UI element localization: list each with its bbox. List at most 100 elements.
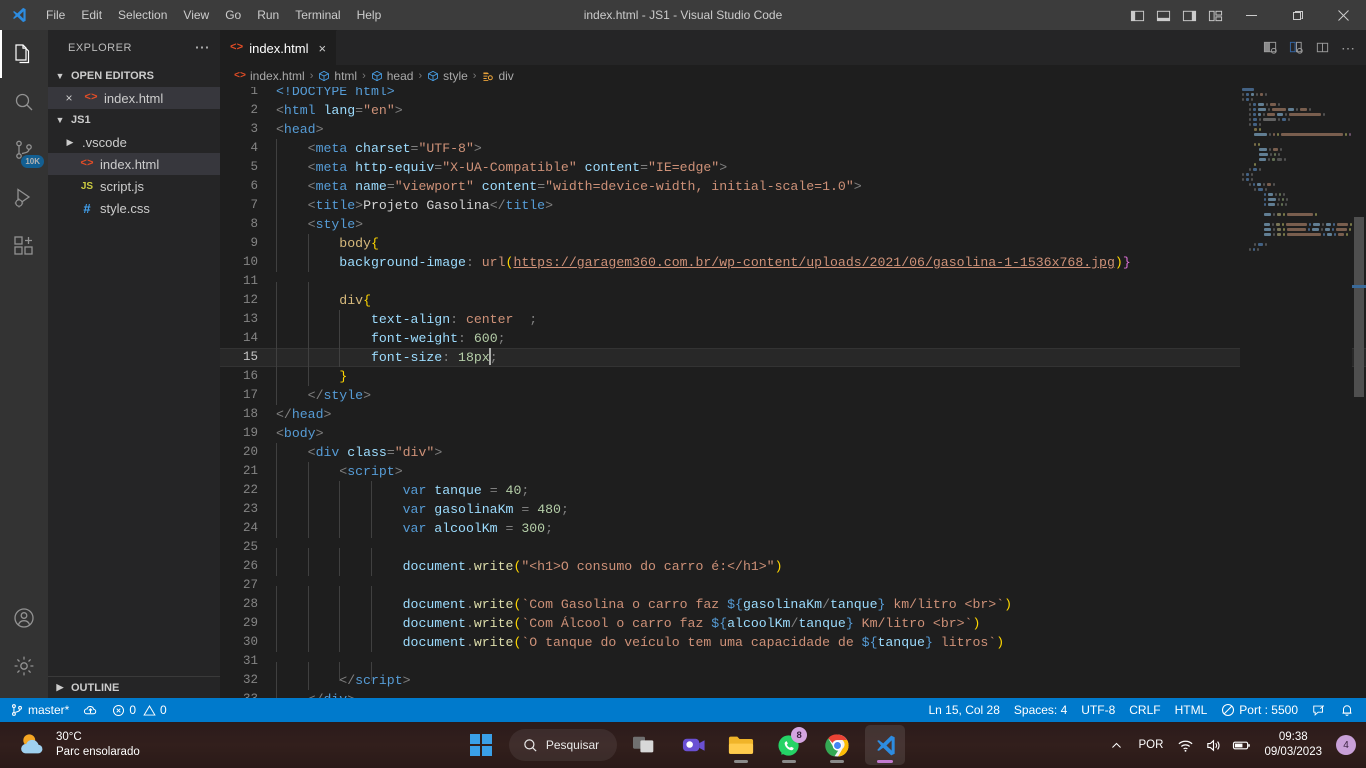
wifi-icon[interactable] xyxy=(1172,728,1198,762)
status-notifications[interactable] xyxy=(1333,698,1366,722)
status-editor-position[interactable]: Ln 15, Col 28 xyxy=(922,698,1007,722)
more-actions-icon[interactable]: ⋯ xyxy=(1336,36,1360,60)
open-editor-index-html[interactable]: × <> index.html xyxy=(48,87,220,109)
taskbar-google-chrome[interactable] xyxy=(817,725,857,765)
status-language-mode[interactable]: HTML xyxy=(1168,698,1215,722)
activitybar-item-run-and-debug[interactable] xyxy=(0,174,48,222)
tray-notification-badge[interactable]: 4 xyxy=(1336,735,1356,755)
tab-index-html[interactable]: <> index.html × xyxy=(220,30,338,65)
section-workspace-js1[interactable]: ▼ JS1 xyxy=(48,109,220,131)
code-line[interactable]: 16 } xyxy=(220,367,1366,386)
activitybar-item-source-control[interactable]: 10K xyxy=(0,126,48,174)
code-line[interactable]: 14 font-weight: 600; xyxy=(220,329,1366,348)
scrollbar-thumb[interactable] xyxy=(1354,217,1364,397)
sidebar-more-actions-icon[interactable]: ⋯ xyxy=(189,40,217,55)
code-line[interactable]: 27 xyxy=(220,576,1366,605)
taskbar-microsoft-teams[interactable] xyxy=(673,725,713,765)
status-feedback[interactable] xyxy=(1305,698,1333,722)
code-line[interactable]: 9 body{ xyxy=(220,234,1366,253)
menu-terminal[interactable]: Terminal xyxy=(287,4,348,26)
status-indentation[interactable]: Spaces: 4 xyxy=(1007,698,1074,722)
taskbar-task-view[interactable] xyxy=(625,725,665,765)
toggle-panel-icon[interactable] xyxy=(1150,0,1176,30)
taskbar-whatsapp[interactable]: 8 xyxy=(769,725,809,765)
taskbar-file-explorer[interactable] xyxy=(721,725,761,765)
window-maximize-button[interactable] xyxy=(1274,0,1320,30)
menu-run[interactable]: Run xyxy=(249,4,287,26)
code-line[interactable]: 26 document.write("<h1>O consumo do carr… xyxy=(220,557,1366,576)
menu-selection[interactable]: Selection xyxy=(110,4,175,26)
breadcrumb-item-head[interactable]: head xyxy=(371,69,413,83)
editor-minimap[interactable] xyxy=(1240,87,1352,698)
section-open-editors[interactable]: ▼ OPEN EDITORS xyxy=(48,65,220,87)
split-editor-icon[interactable] xyxy=(1310,36,1334,60)
tree-item-vscode-folder[interactable]: ▶ .vscode xyxy=(48,131,220,153)
code-line[interactable]: 11 xyxy=(220,272,1366,301)
close-icon[interactable]: × xyxy=(318,41,326,56)
breadcrumb-item-style[interactable]: style xyxy=(427,69,468,83)
code-line[interactable]: 6 <meta name="viewport" content="width=d… xyxy=(220,177,1366,196)
code-line[interactable]: 32 </script> xyxy=(220,671,1366,690)
code-line[interactable]: 24 var alcoolKm = 300; xyxy=(220,519,1366,538)
breadcrumb-item-div[interactable]: div xyxy=(481,69,514,83)
activitybar-item-manage[interactable] xyxy=(0,642,48,690)
status-problems[interactable]: 0 0 xyxy=(105,698,173,722)
code-line[interactable]: 23 var gasolinaKm = 480; xyxy=(220,500,1366,519)
code-line[interactable]: 30 document.write(`O tanque do veículo t… xyxy=(220,633,1366,652)
section-outline[interactable]: ▶ OUTLINE xyxy=(48,676,220,698)
activitybar-item-accounts[interactable] xyxy=(0,594,48,642)
activitybar-item-extensions[interactable] xyxy=(0,222,48,270)
code-editor[interactable]: 1 <!DOCTYPE html> 2 <html lang="en"> 3 <head>… xyxy=(220,87,1366,698)
status-sync[interactable] xyxy=(76,698,105,722)
code-line[interactable]: 10 background-image: url(https://garagem… xyxy=(220,253,1366,272)
volume-icon[interactable] xyxy=(1200,728,1226,762)
tree-item-style-css[interactable]: # style.css xyxy=(48,197,220,219)
status-branch[interactable]: master* xyxy=(0,698,76,722)
menu-help[interactable]: Help xyxy=(349,4,390,26)
breadcrumb-item-html[interactable]: html xyxy=(318,69,357,83)
status-eol[interactable]: CRLF xyxy=(1122,698,1167,722)
battery-icon[interactable] xyxy=(1228,728,1254,762)
tray-language[interactable]: POR xyxy=(1132,739,1171,751)
code-line[interactable]: 17 </style> xyxy=(220,386,1366,405)
code-line[interactable]: 21 <script> xyxy=(220,462,1366,481)
toggle-secondary-sidebar-icon[interactable] xyxy=(1176,0,1202,30)
code-line[interactable]: 18 </head> xyxy=(220,405,1366,424)
window-minimize-button[interactable] xyxy=(1228,0,1274,30)
code-line[interactable]: 29 document.write(`Com Álcool o carro fa… xyxy=(220,614,1366,633)
code-line[interactable]: 22 var tanque = 40; xyxy=(220,481,1366,500)
code-line[interactable]: 12 div{ xyxy=(220,291,1366,310)
code-line[interactable]: 7 <title>Projeto Gasolina</title> xyxy=(220,196,1366,215)
menu-edit[interactable]: Edit xyxy=(73,4,110,26)
activitybar-item-search[interactable] xyxy=(0,78,48,126)
code-line[interactable]: 2 <html lang="en"> xyxy=(220,101,1366,120)
menu-file[interactable]: File xyxy=(38,4,73,26)
tree-item-script-js[interactable]: JS script.js xyxy=(48,175,220,197)
split-editor-down-icon[interactable] xyxy=(1258,36,1282,60)
code-line[interactable]: 13 text-align: center ; xyxy=(220,310,1366,329)
activitybar-item-explorer[interactable] xyxy=(0,30,48,78)
code-line[interactable]: 15 font-size: 18px; xyxy=(220,348,1366,367)
menu-go[interactable]: Go xyxy=(217,4,249,26)
tree-item-index-html[interactable]: <> index.html xyxy=(48,153,220,175)
code-line[interactable]: 19 <body> xyxy=(220,424,1366,443)
breadcrumb-item-file[interactable]: <> index.html xyxy=(234,69,305,83)
window-close-button[interactable] xyxy=(1320,0,1366,30)
tray-clock[interactable]: 09:38 09/03/2023 xyxy=(1256,730,1330,760)
close-icon[interactable]: × xyxy=(60,91,78,105)
taskbar-visual-studio-code[interactable] xyxy=(865,725,906,765)
status-live-server-port[interactable]: Port : 5500 xyxy=(1214,698,1305,722)
code-line[interactable]: 20 <div class="div"> xyxy=(220,443,1366,462)
menu-view[interactable]: View xyxy=(175,4,217,26)
tray-expand-chevron-up-icon[interactable] xyxy=(1104,728,1130,762)
start-button[interactable] xyxy=(461,725,501,765)
split-editor-right-icon[interactable] xyxy=(1284,36,1308,60)
code-line[interactable]: 4 <meta charset="UTF-8"> xyxy=(220,139,1366,158)
code-line[interactable]: 31 xyxy=(220,652,1366,681)
code-line[interactable]: 25 xyxy=(220,538,1366,567)
code-line[interactable]: 28 document.write(`Com Gasolina o carro … xyxy=(220,595,1366,614)
code-line[interactable]: 3 <head> xyxy=(220,120,1366,139)
code-line[interactable]: 8 <style> xyxy=(220,215,1366,234)
code-line[interactable]: 5 <meta http-equiv = "X-UA-Compatible" con… xyxy=(220,158,1366,177)
editor-vertical-scrollbar[interactable] xyxy=(1352,87,1366,698)
